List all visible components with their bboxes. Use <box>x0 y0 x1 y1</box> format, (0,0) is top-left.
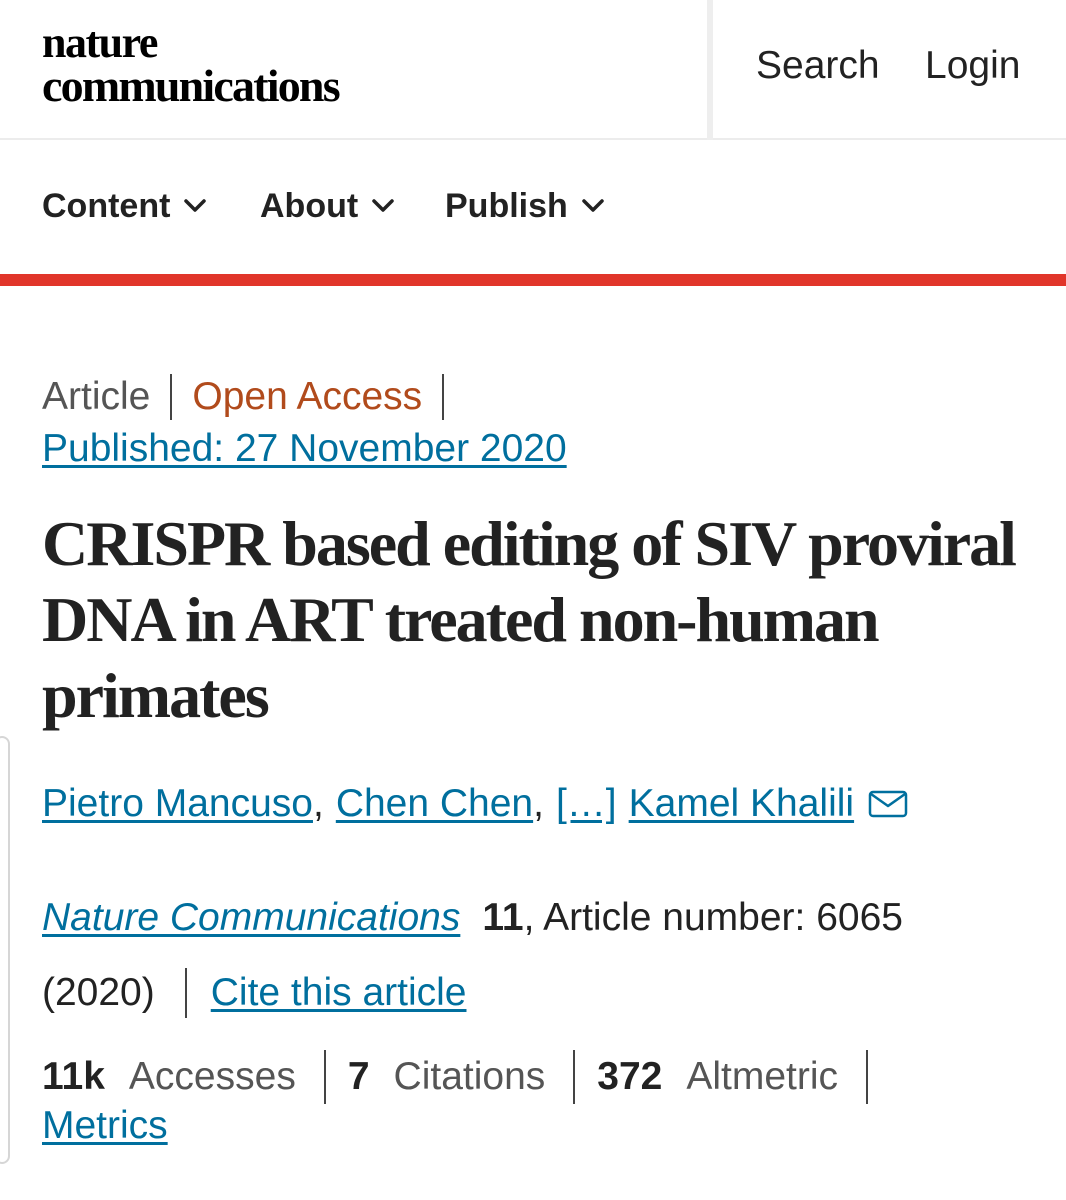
cite-this-article-link[interactable]: Cite this article <box>211 971 467 1015</box>
citation-line-2: (2020) Cite this article <box>42 968 466 1018</box>
nav-content-label: Content <box>42 187 171 225</box>
divider <box>184 968 187 1018</box>
header-divider <box>707 0 713 140</box>
logo-line-1: nature <box>42 18 158 67</box>
chevron-down-icon <box>582 199 604 212</box>
divider <box>866 1050 869 1104</box>
altmetric-score: 372 <box>597 1055 663 1098</box>
nav-content-menu[interactable]: Content <box>42 186 207 226</box>
journal-link[interactable]: Nature Communications <box>42 896 460 939</box>
publication-year: (2020) <box>42 971 155 1014</box>
published-date-link[interactable]: Published: 27 November 2020 <box>42 427 567 471</box>
citations-label: Citations <box>393 1055 546 1098</box>
chevron-down-icon <box>372 199 394 212</box>
volume: 11 <box>482 896 524 939</box>
citations-count: 7 <box>347 1055 370 1098</box>
metrics-link[interactable]: Metrics <box>42 1104 168 1148</box>
article-title: CRISPR based editing of SIV proviral DNA… <box>42 508 1017 731</box>
open-access-badge: Open Access <box>192 375 423 418</box>
side-drawer-handle[interactable] <box>0 736 10 1164</box>
article-meta: Article Open Access <box>42 374 464 420</box>
site-header: nature communications Search Login <box>0 0 1066 140</box>
metrics-row: 11k Accesses 7 Citations 372 Altmetric <box>42 1050 890 1104</box>
author-list: Pietro Mancuso, Chen Chen, […] Kamel Kha… <box>42 782 908 826</box>
separator: , <box>533 782 544 825</box>
article-type: Article <box>42 375 151 418</box>
accesses-label: Accesses <box>128 1055 296 1098</box>
author-link[interactable]: Chen Chen <box>336 782 533 826</box>
journal-logo[interactable]: nature communications <box>42 18 341 111</box>
separator: , <box>312 782 324 825</box>
author-link[interactable]: Pietro Mancuso <box>42 782 313 826</box>
search-link[interactable]: Search <box>756 44 880 88</box>
altmetric-label: Altmetric <box>686 1055 839 1098</box>
login-link[interactable]: Login <box>925 44 1020 88</box>
article-number: , Article number: 6065 <box>523 896 903 939</box>
nav-about-menu[interactable]: About <box>260 186 394 226</box>
mail-icon[interactable] <box>868 790 908 818</box>
accesses-count: 11k <box>42 1055 105 1098</box>
nav-about-label: About <box>260 187 359 225</box>
accent-bar <box>0 274 1066 286</box>
divider <box>573 1050 576 1104</box>
main-nav: Content About Publish <box>0 140 1066 274</box>
nav-publish-label: Publish <box>445 187 568 225</box>
chevron-down-icon <box>184 199 207 212</box>
citation-line: Nature Communications 11, Article number:… <box>42 896 903 940</box>
author-link[interactable]: Kamel Khalili <box>629 782 854 826</box>
logo-line-2: communications <box>42 60 341 111</box>
divider <box>442 374 445 420</box>
nav-publish-menu[interactable]: Publish <box>445 186 604 226</box>
divider <box>323 1050 326 1104</box>
show-all-authors-link[interactable]: […] <box>556 782 617 826</box>
divider <box>170 374 173 420</box>
